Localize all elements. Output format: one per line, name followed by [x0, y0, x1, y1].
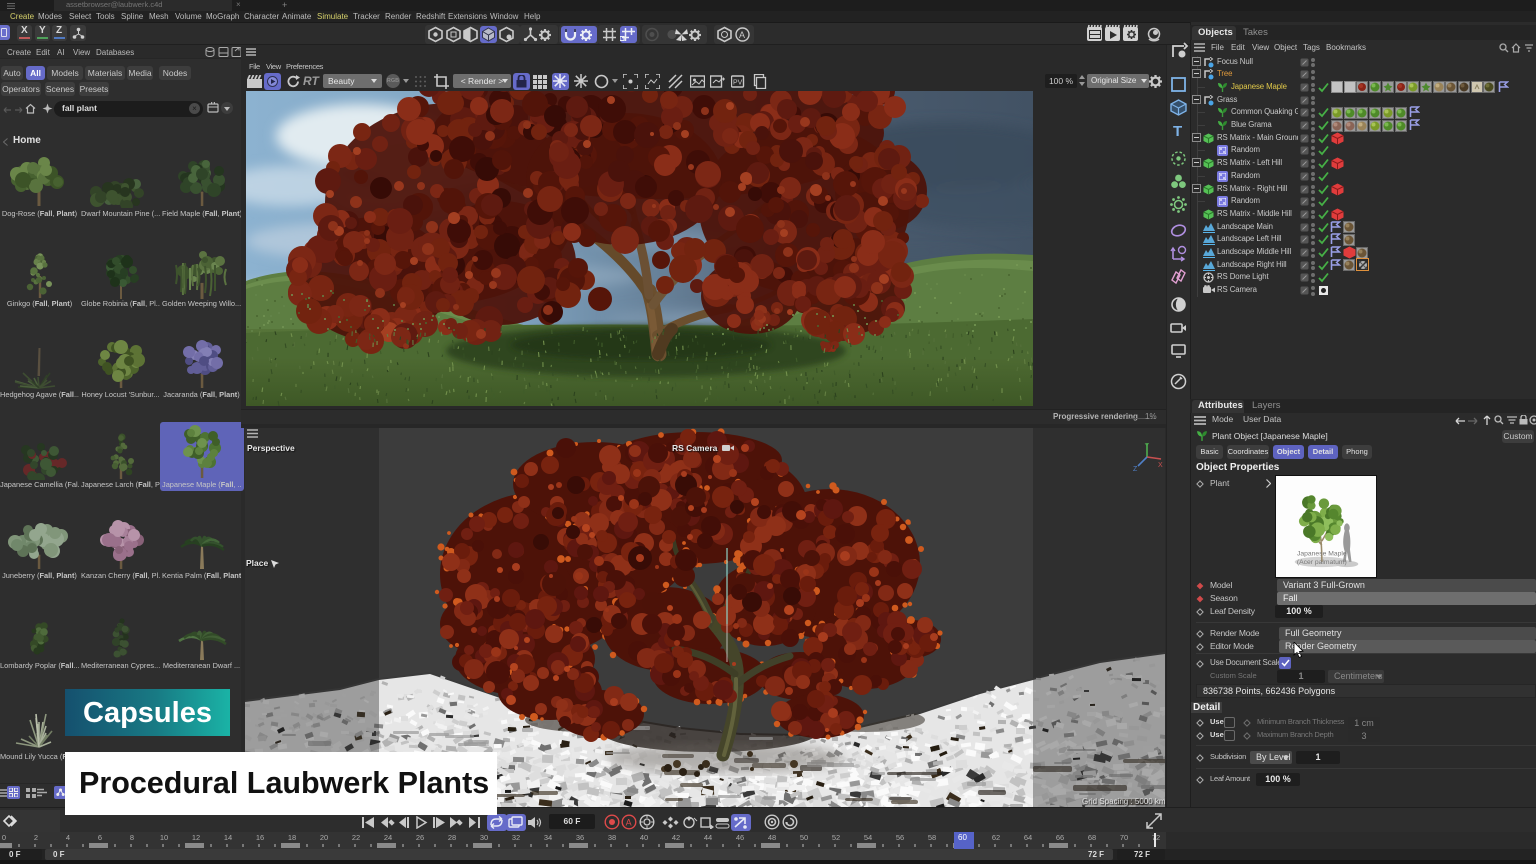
svg-text:Z: Z [1133, 466, 1138, 473]
svg-text:PV: PV [733, 80, 743, 87]
svg-text:Japanese Maple: Japanese Maple [1297, 551, 1347, 558]
svg-text:A: A [739, 30, 745, 40]
svg-text:T: T [1173, 123, 1182, 140]
svg-text:X: X [1158, 462, 1163, 469]
svg-text:(Acer palmatum): (Acer palmatum) [1297, 559, 1347, 566]
svg-text:A: A [626, 817, 632, 827]
svg-text:Y: Y [1145, 443, 1150, 450]
